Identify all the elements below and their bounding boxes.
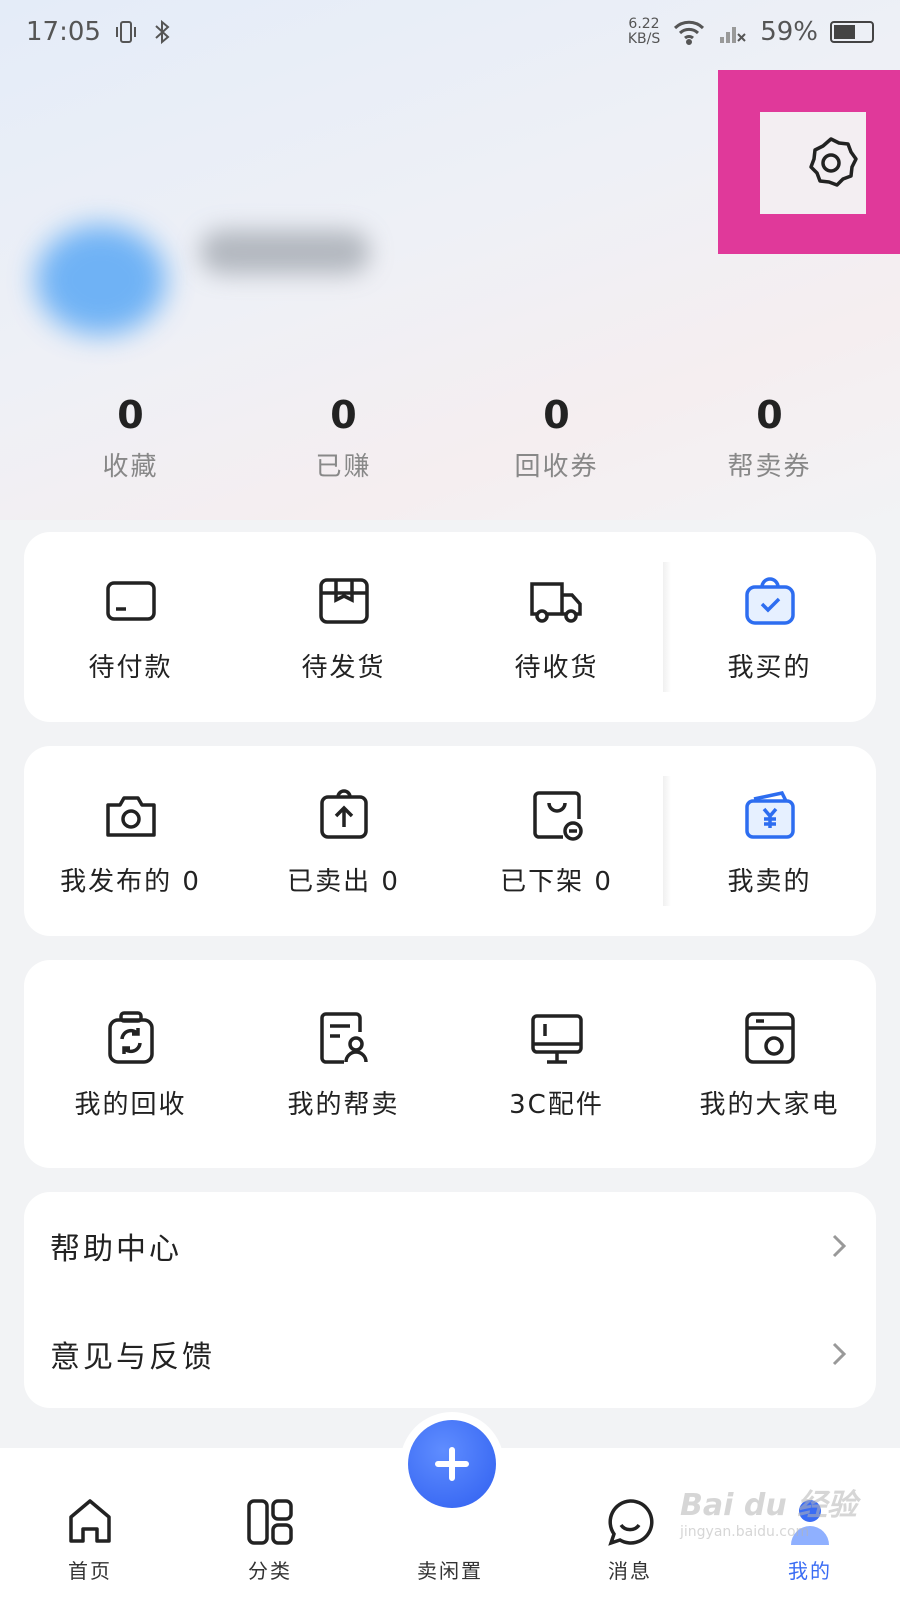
watermark-logo: Bai du 经验 jingyan.baidu.com (680, 1488, 858, 1540)
stat-value: 0 (117, 393, 144, 437)
battery-percent: 59% (760, 17, 818, 47)
settings-list-card: 帮助中心 意见与反馈 (24, 1192, 876, 1408)
bluetooth-icon (155, 19, 170, 45)
grid-label: 我的帮卖 (287, 1089, 400, 1120)
my-consign-button[interactable]: 我的帮卖 (237, 960, 450, 1168)
pending-payment-button[interactable]: 待付款 (24, 532, 237, 722)
upload-bag-icon (319, 788, 368, 839)
divider (663, 776, 671, 906)
settings-button[interactable] (760, 112, 866, 214)
my-sales-button[interactable]: 我卖的 (663, 746, 876, 936)
home-icon (69, 1499, 111, 1543)
grid-label: 已卖出 0 (287, 866, 400, 897)
recycle-icon (107, 1010, 154, 1064)
gear-icon (809, 137, 858, 187)
battery-icon (830, 21, 874, 43)
stat-label: 已赚 (315, 452, 372, 482)
vibrate-icon (115, 21, 136, 43)
nav-label: 分类 (248, 1559, 292, 1583)
stat-earned[interactable]: 0 已赚 (237, 390, 450, 500)
username (200, 230, 370, 274)
grid-label: 待收货 (514, 652, 599, 683)
stat-sell-coupons[interactable]: 0 帮卖券 (663, 390, 876, 500)
shopping-bag-icon (744, 576, 795, 625)
chat-icon (608, 1499, 654, 1546)
grid-label: 已下架 0 (500, 866, 613, 897)
grid-label: 我的大家电 (699, 1089, 840, 1120)
sell-orders-card: 我发布的 0 已卖出 0 已下架 0 我卖的 (24, 746, 876, 936)
network-speed: 6.22 KB/S (627, 16, 661, 47)
help-center-item[interactable]: 帮助中心 (24, 1192, 876, 1300)
pending-shipment-button[interactable]: 待发货 (237, 532, 450, 722)
list-label: 帮助中心 (50, 1232, 182, 1267)
grid-label: 待发货 (301, 652, 386, 683)
card-icon (105, 580, 156, 621)
nav-home[interactable]: 首页 (0, 1448, 180, 1600)
nav-label: 消息 (608, 1559, 652, 1583)
plus-icon (435, 1447, 469, 1481)
sold-button[interactable]: 已卖出 0 (237, 746, 450, 936)
truck-icon (529, 581, 582, 623)
divider (663, 562, 671, 692)
status-bar: 17:05 6.22 KB/S 59% (0, 0, 900, 64)
wifi-icon (674, 20, 705, 45)
nav-label: 卖闲置 (417, 1559, 483, 1583)
stat-recycle-coupons[interactable]: 0 回收券 (450, 390, 663, 500)
stat-favorites[interactable]: 0 收藏 (24, 390, 237, 500)
signal-icon (720, 27, 746, 43)
bag-minus-icon (532, 790, 583, 841)
my-appliances-button[interactable]: 我的大家电 (663, 960, 876, 1168)
package-box-icon (318, 577, 369, 624)
category-icon (247, 1499, 293, 1545)
delisted-button[interactable]: 已下架 0 (450, 746, 663, 936)
grid-label: 我买的 (727, 652, 812, 683)
nav-label: 首页 (68, 1559, 112, 1583)
status-time: 17:05 (26, 17, 101, 47)
grid-label: 待付款 (88, 652, 173, 683)
stat-label: 帮卖券 (727, 452, 812, 482)
stat-value: 0 (756, 393, 783, 437)
nav-category[interactable]: 分类 (180, 1448, 360, 1600)
grid-label: 3C配件 (509, 1089, 604, 1120)
stat-value: 0 (330, 393, 357, 437)
stat-value: 0 (543, 393, 570, 437)
chevron-right-icon (832, 1342, 847, 1366)
grid-label: 我的回收 (74, 1089, 187, 1120)
appliance-icon (744, 1011, 795, 1064)
my-purchases-button[interactable]: 我买的 (663, 532, 876, 722)
publish-button[interactable] (408, 1420, 496, 1508)
doc-person-icon (319, 1011, 368, 1064)
grid-label: 我卖的 (727, 866, 812, 897)
my-recycle-button[interactable]: 我的回收 (24, 960, 237, 1168)
avatar[interactable] (36, 225, 166, 335)
accessories-3c-button[interactable]: 3C配件 (450, 960, 663, 1168)
stat-label: 收藏 (102, 452, 159, 482)
stat-label: 回收券 (514, 452, 599, 482)
camera-icon (105, 795, 156, 837)
grid-label: 我发布的 0 (60, 866, 201, 897)
my-published-button[interactable]: 我发布的 0 (24, 746, 237, 936)
monitor-icon (530, 1013, 583, 1064)
chevron-right-icon (832, 1234, 847, 1258)
buy-orders-card: 待付款 待发货 待收货 我买的 (24, 532, 876, 722)
feedback-item[interactable]: 意见与反馈 (24, 1300, 876, 1408)
stats-row: 0 收藏 0 已赚 0 回收券 0 帮卖券 (24, 390, 876, 500)
services-card: 我的回收 我的帮卖 3C配件 我的大家电 (24, 960, 876, 1168)
wallet-yuan-icon (744, 790, 795, 839)
pending-receipt-button[interactable]: 待收货 (450, 532, 663, 722)
list-label: 意见与反馈 (50, 1340, 215, 1375)
